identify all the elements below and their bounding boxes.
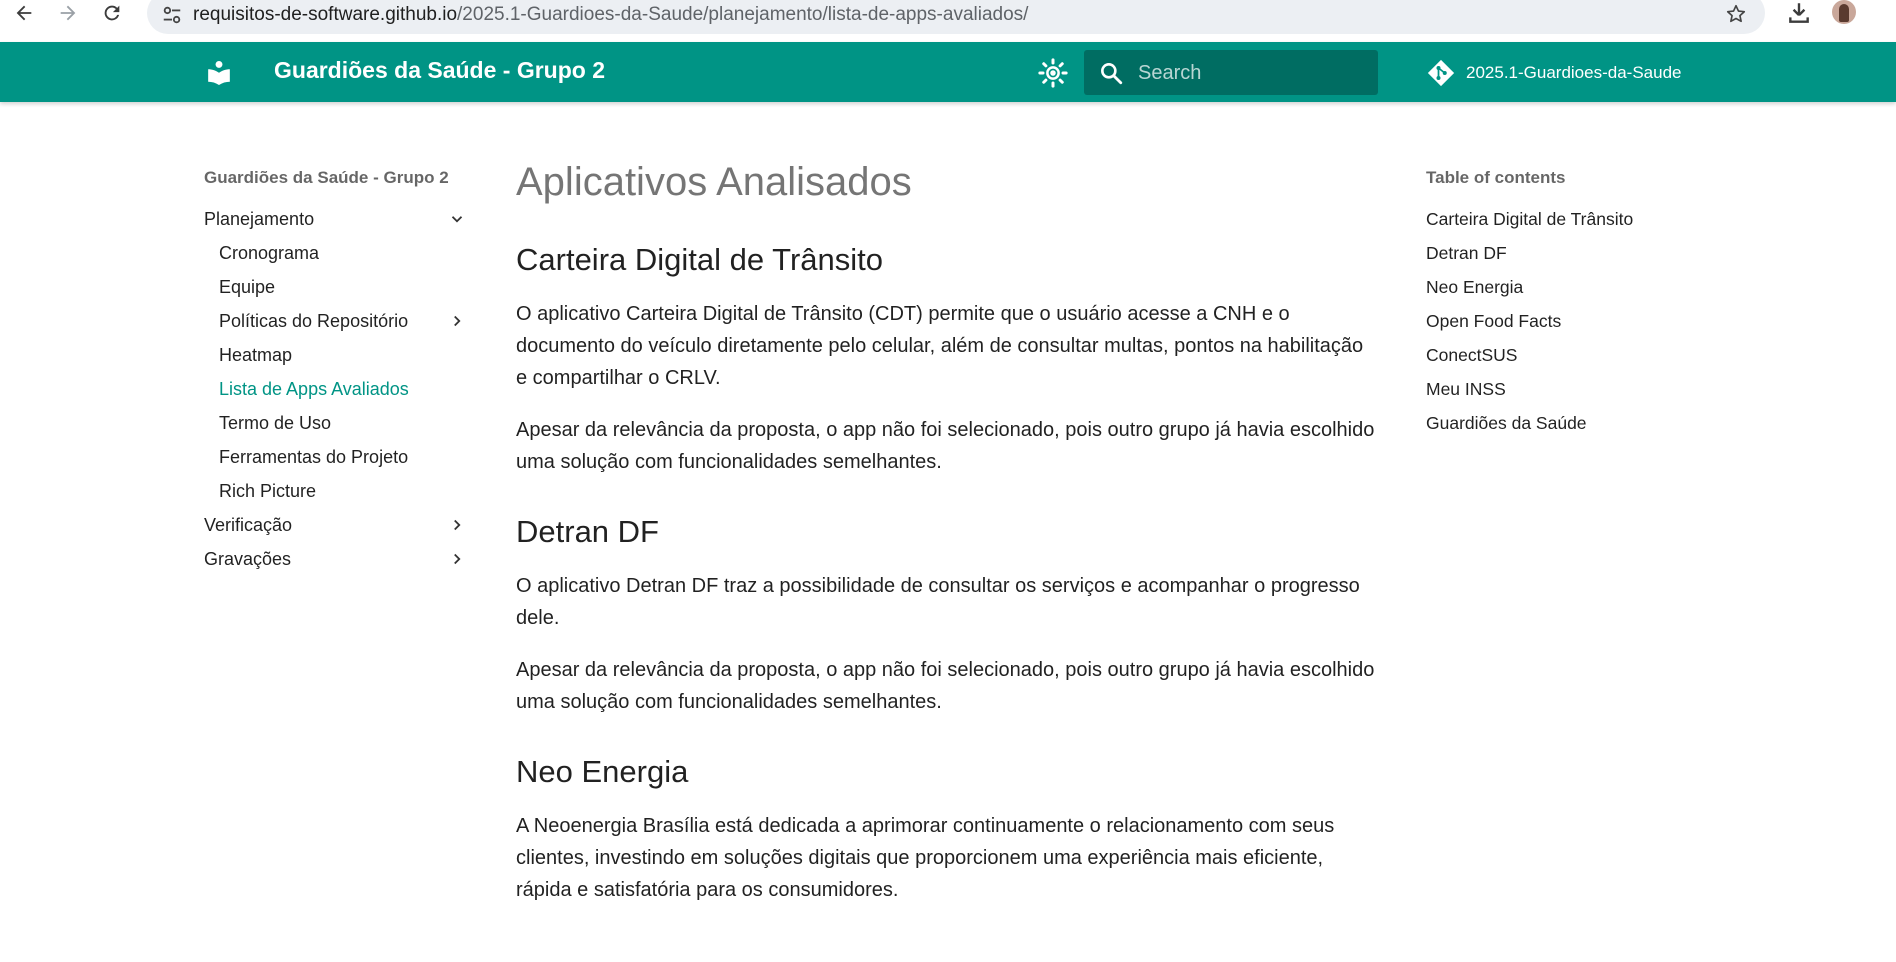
section-carteira-digital: Carteira Digital de Trânsito O aplicativ… xyxy=(516,242,1376,478)
chevron-down-icon[interactable] xyxy=(448,210,466,228)
theme-toggle-icon[interactable] xyxy=(1038,58,1068,88)
nav-item-label: Rich Picture xyxy=(219,481,317,501)
repo-link[interactable]: 2025.1-Guardioes-da-Saude xyxy=(1426,58,1681,88)
search-placeholder: Search xyxy=(1138,62,1202,84)
toc-item-carteira-digital[interactable]: Carteira Digital de Trânsito xyxy=(1426,202,1666,236)
url-text[interactable]: requisitos-de-software.github.io/2025.1-… xyxy=(193,4,1028,26)
main-content: Aplicativos Analisados Carteira Digital … xyxy=(516,160,1376,942)
nav-item-ferramentas[interactable]: Ferramentas do Projeto xyxy=(204,440,474,474)
back-icon[interactable] xyxy=(6,0,42,26)
chevron-right-icon[interactable] xyxy=(448,312,466,330)
git-icon xyxy=(1427,59,1455,87)
book-logo-icon[interactable] xyxy=(206,59,232,85)
primary-navigation: Guardiões da Saúde - Grupo 2 Planejament… xyxy=(204,168,474,576)
nav-item-label: Termo de Uso xyxy=(219,413,332,433)
nav-item-label: Gravações xyxy=(204,549,292,569)
toc-item-open-food-facts[interactable]: Open Food Facts xyxy=(1426,304,1666,338)
table-of-contents: Table of contents Carteira Digital de Tr… xyxy=(1426,168,1666,440)
forward-icon[interactable] xyxy=(50,0,86,26)
url-host: requisitos-de-software.github.io xyxy=(193,4,458,25)
repo-name: 2025.1-Guardioes-da-Saude xyxy=(1466,63,1682,82)
toc-title: Table of contents xyxy=(1426,168,1566,187)
nav-item-rich-picture[interactable]: Rich Picture xyxy=(204,474,474,508)
nav-item-gravacoes[interactable]: Gravações xyxy=(204,542,474,576)
section-heading: Neo Energia xyxy=(516,754,689,789)
paragraph: A Neoenergia Brasília está dedicada a ap… xyxy=(516,815,1335,901)
nav-item-label: Planejamento xyxy=(204,209,315,229)
url-path: /2025.1-Guardioes-da-Saude/planejamento/… xyxy=(457,4,1029,25)
nav-item-label: Políticas do Repositório xyxy=(219,311,409,331)
section-heading: Carteira Digital de Trânsito xyxy=(516,242,883,277)
section-heading: Detran DF xyxy=(516,514,659,549)
search-icon xyxy=(1101,63,1123,85)
reload-icon[interactable] xyxy=(94,0,130,26)
section-detran-df: Detran DF O aplicativo Detran DF traz a … xyxy=(516,514,1376,718)
paragraph: O aplicativo Carteira Digital de Trânsit… xyxy=(516,303,1364,389)
nav-item-label: Verificação xyxy=(204,515,293,535)
site-header: Guardiões da Saúde - Grupo 2 Search 2025… xyxy=(0,42,1896,102)
chevron-right-icon[interactable] xyxy=(448,516,466,534)
paragraph: O aplicativo Detran DF traz a possibilid… xyxy=(516,575,1360,629)
star-icon[interactable] xyxy=(1725,3,1747,25)
nav-item-termo-de-uso[interactable]: Termo de Uso xyxy=(204,406,474,440)
page-title: Aplicativos Analisados xyxy=(516,160,912,204)
nav-item-heatmap[interactable]: Heatmap xyxy=(204,338,474,372)
toc-item-conectsus[interactable]: ConectSUS xyxy=(1426,338,1666,372)
section-neo-energia: Neo Energia A Neoenergia Brasília está d… xyxy=(516,754,1376,906)
toc-item-meu-inss[interactable]: Meu INSS xyxy=(1426,372,1666,406)
chevron-right-icon[interactable] xyxy=(448,550,466,568)
nav-item-label: Heatmap xyxy=(219,345,293,365)
nav-item-label: Lista de Apps Avaliados xyxy=(219,379,409,399)
search-input[interactable]: Search xyxy=(1084,50,1378,95)
paragraph: Apesar da relevância da proposta, o app … xyxy=(516,659,1375,713)
nav-item-planejamento[interactable]: Planejamento xyxy=(204,202,474,236)
download-icon[interactable] xyxy=(1786,0,1812,26)
site-settings-icon[interactable] xyxy=(161,4,183,26)
nav-item-label: Ferramentas do Projeto xyxy=(219,447,409,467)
profile-avatar[interactable] xyxy=(1832,0,1856,24)
nav-item-equipe[interactable]: Equipe xyxy=(204,270,474,304)
nav-item-politicas[interactable]: Políticas do Repositório xyxy=(204,304,474,338)
address-bar[interactable]: requisitos-de-software.github.io/2025.1-… xyxy=(147,0,1765,34)
site-title[interactable]: Guardiões da Saúde - Grupo 2 xyxy=(274,57,605,84)
toc-item-detran-df[interactable]: Detran DF xyxy=(1426,236,1666,270)
paragraph: Apesar da relevância da proposta, o app … xyxy=(516,419,1375,473)
nav-item-lista-de-apps[interactable]: Lista de Apps Avaliados xyxy=(204,372,474,406)
nav-item-label: Cronograma xyxy=(219,243,320,263)
nav-title: Guardiões da Saúde - Grupo 2 xyxy=(204,168,449,187)
browser-toolbar: requisitos-de-software.github.io/2025.1-… xyxy=(0,0,1896,42)
nav-item-verificacao[interactable]: Verificação xyxy=(204,508,474,542)
nav-item-label: Equipe xyxy=(219,277,276,297)
toc-item-neo-energia[interactable]: Neo Energia xyxy=(1426,270,1666,304)
nav-item-cronograma[interactable]: Cronograma xyxy=(204,236,474,270)
toc-item-guardioes-da-saude[interactable]: Guardiões da Saúde xyxy=(1426,406,1666,440)
